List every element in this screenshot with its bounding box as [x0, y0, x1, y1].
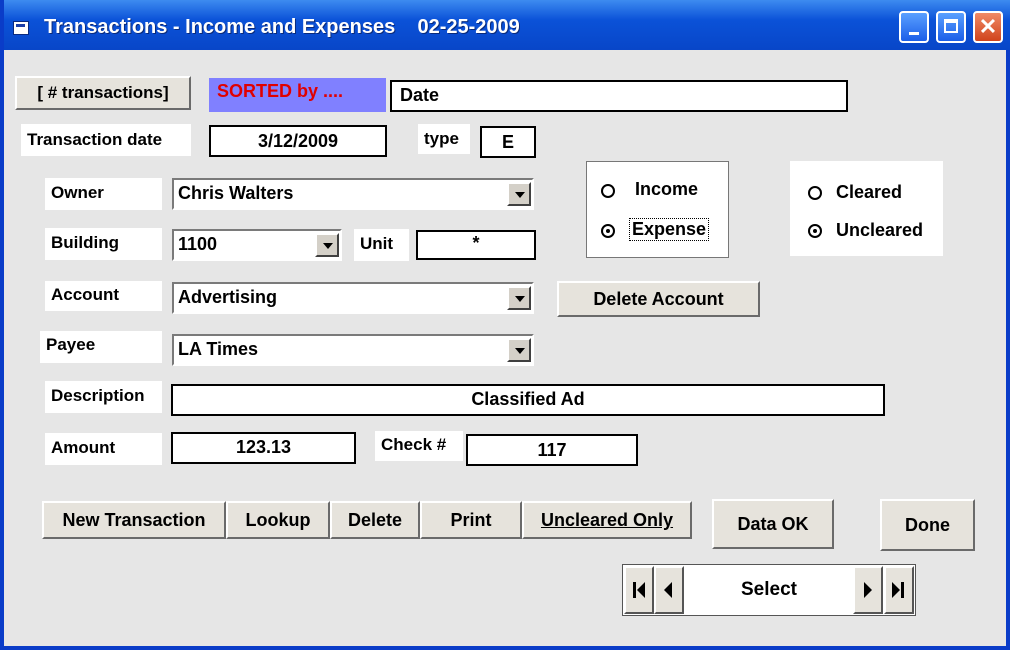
cleared-status-group: Cleared Uncleared: [790, 161, 943, 256]
cleared-radio[interactable]: [808, 186, 822, 200]
expense-option-label[interactable]: Expense: [629, 218, 710, 241]
amount-label: Amount: [45, 433, 162, 465]
building-label: Building: [45, 228, 162, 260]
account-dropdown-arrow-icon[interactable]: [507, 286, 531, 310]
check-number-label: Check #: [375, 431, 463, 461]
income-radio[interactable]: [601, 184, 615, 198]
transactions-count-button[interactable]: [ # transactions]: [15, 76, 191, 110]
amount-field[interactable]: 123.13: [171, 432, 356, 464]
account-label: Account: [45, 281, 162, 311]
type-label: type: [418, 124, 470, 154]
income-expense-group: Income Expense: [586, 161, 729, 258]
maximize-icon: [944, 19, 958, 33]
done-button[interactable]: Done: [880, 499, 975, 551]
transactions-window: Transactions - Income and Expenses 02-25…: [0, 0, 1010, 650]
transaction-date-label: Transaction date: [21, 124, 191, 156]
type-field[interactable]: E: [480, 126, 536, 158]
description-field[interactable]: Classified Ad: [171, 384, 885, 416]
maximize-button[interactable]: [936, 11, 966, 43]
expense-radio[interactable]: [601, 224, 615, 238]
unit-label: Unit: [354, 229, 409, 261]
building-combo[interactable]: 1100: [172, 229, 342, 261]
close-icon: ✕: [978, 14, 998, 39]
uncleared-radio[interactable]: [808, 224, 822, 238]
previous-record-button[interactable]: [654, 566, 684, 614]
delete-button[interactable]: Delete: [330, 501, 420, 539]
payee-dropdown-arrow-icon[interactable]: [507, 338, 531, 362]
minimize-icon: [909, 32, 919, 35]
income-option-label[interactable]: Income: [635, 179, 698, 200]
cleared-option-label[interactable]: Cleared: [836, 182, 902, 203]
last-record-button[interactable]: [884, 566, 914, 614]
data-ok-button[interactable]: Data OK: [712, 499, 834, 549]
account-value: Advertising: [178, 287, 278, 307]
app-icon[interactable]: [13, 21, 29, 35]
new-transaction-button[interactable]: New Transaction: [42, 501, 226, 539]
navigator-caption: Select: [741, 579, 797, 600]
owner-combo[interactable]: Chris Walters: [172, 178, 534, 210]
owner-label: Owner: [45, 178, 162, 210]
building-value: 1100: [178, 234, 218, 254]
next-record-button[interactable]: [853, 566, 883, 614]
previous-record-icon: [664, 582, 672, 598]
owner-value: Chris Walters: [178, 183, 294, 203]
uncleared-only-button[interactable]: Uncleared Only: [522, 501, 692, 539]
minimize-button[interactable]: [899, 11, 929, 43]
owner-dropdown-arrow-icon[interactable]: [507, 182, 531, 206]
last-record-icon: [892, 582, 904, 598]
first-record-icon: [633, 582, 645, 598]
check-number-field[interactable]: 117: [466, 434, 638, 466]
title-bar[interactable]: Transactions - Income and Expenses 02-25…: [4, 0, 1010, 50]
payee-combo[interactable]: LA Times: [172, 334, 534, 366]
sorted-by-label: SORTED by ....: [209, 78, 386, 112]
record-navigator: Select: [622, 564, 916, 616]
next-record-icon: [864, 582, 872, 598]
description-label: Description: [45, 381, 162, 413]
delete-account-button[interactable]: Delete Account: [557, 281, 760, 317]
sorted-by-field[interactable]: Date: [390, 80, 848, 112]
first-record-button[interactable]: [624, 566, 654, 614]
payee-value: LA Times: [178, 339, 259, 359]
window-title: Transactions - Income and Expenses 02-25…: [44, 16, 520, 38]
building-dropdown-arrow-icon[interactable]: [315, 233, 339, 257]
account-combo[interactable]: Advertising: [172, 282, 534, 314]
transaction-date-field[interactable]: 3/12/2009: [209, 125, 387, 157]
print-button[interactable]: Print: [420, 501, 522, 539]
lookup-button[interactable]: Lookup: [226, 501, 330, 539]
close-button[interactable]: ✕: [973, 11, 1003, 43]
uncleared-option-label[interactable]: Uncleared: [836, 220, 923, 241]
unit-field[interactable]: *: [416, 230, 536, 260]
payee-label: Payee: [40, 331, 162, 363]
